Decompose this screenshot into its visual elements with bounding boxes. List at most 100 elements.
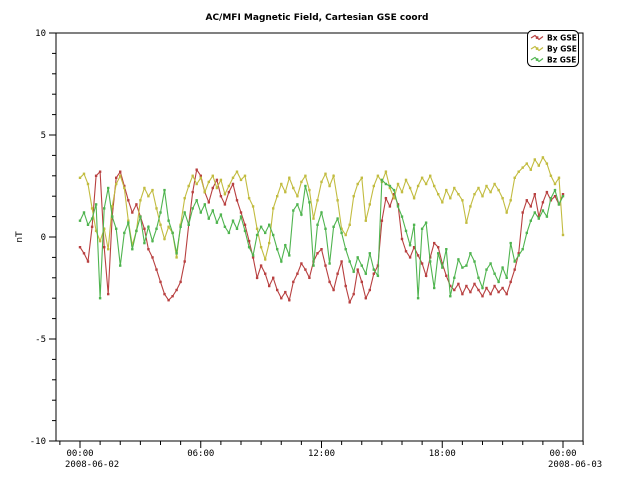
data-point-marker [300, 213, 302, 215]
data-point-marker [489, 191, 491, 193]
legend-marker-by-icon [536, 47, 539, 50]
data-point-marker [123, 232, 125, 234]
data-point-marker [522, 248, 524, 250]
data-point-marker [167, 226, 169, 228]
data-point-marker [526, 162, 528, 164]
data-point-marker [510, 199, 512, 201]
data-point-marker [115, 183, 117, 185]
data-point-marker [493, 273, 495, 275]
data-point-marker [445, 275, 447, 277]
data-point-marker [304, 268, 306, 270]
data-point-marker [473, 193, 475, 195]
data-point-marker [469, 291, 471, 293]
data-point-marker [167, 220, 169, 222]
data-point-marker [546, 191, 548, 193]
data-point-marker [336, 199, 338, 201]
data-point-marker [232, 183, 234, 185]
data-point-marker [373, 273, 375, 275]
data-point-marker [272, 277, 274, 279]
y-tick-label: 0 [41, 233, 46, 243]
data-point-marker [115, 228, 117, 230]
data-point-marker [437, 246, 439, 248]
data-point-marker [345, 234, 347, 236]
data-point-marker [272, 207, 274, 209]
data-point-marker [481, 287, 483, 289]
data-point-marker [224, 193, 226, 195]
data-point-marker [401, 215, 403, 217]
data-point-marker [99, 297, 101, 299]
data-point-marker [353, 195, 355, 197]
data-point-marker [542, 201, 544, 203]
data-point-marker [143, 228, 145, 230]
data-point-marker [300, 181, 302, 183]
data-point-marker [530, 220, 532, 222]
data-point-marker [171, 295, 173, 297]
data-point-marker [558, 177, 560, 179]
data-point-marker [332, 289, 334, 291]
data-point-marker [87, 260, 89, 262]
data-point-marker [349, 301, 351, 303]
data-point-marker [244, 175, 246, 177]
data-point-marker [518, 171, 520, 173]
data-point-marker [147, 226, 149, 228]
data-point-marker [453, 289, 455, 291]
data-point-marker [151, 256, 153, 258]
data-point-marker [328, 281, 330, 283]
data-point-marker [268, 242, 270, 244]
data-point-marker [91, 226, 93, 228]
data-point-marker [316, 252, 318, 254]
data-point-marker [461, 293, 463, 295]
data-point-marker [119, 264, 121, 266]
data-point-marker [107, 187, 109, 189]
data-point-marker [534, 193, 536, 195]
data-point-marker [236, 199, 238, 201]
data-point-marker [501, 197, 503, 199]
data-point-marker [99, 240, 101, 242]
data-point-marker [256, 277, 258, 279]
x-tick-date-label: 2008-06-03 [548, 460, 602, 470]
data-point-marker [276, 248, 278, 250]
data-point-marker [469, 252, 471, 254]
data-point-marker [453, 277, 455, 279]
data-point-marker [196, 169, 198, 171]
data-point-marker [534, 211, 536, 213]
data-point-marker [99, 171, 101, 173]
data-point-marker [405, 250, 407, 252]
data-point-marker [79, 177, 81, 179]
data-point-marker [184, 197, 186, 199]
data-point-marker [550, 175, 552, 177]
data-point-marker [248, 197, 250, 199]
data-point-marker [385, 171, 387, 173]
data-point-marker [284, 244, 286, 246]
data-point-marker [522, 166, 524, 168]
data-point-marker [175, 252, 177, 254]
data-point-marker [260, 246, 262, 248]
x-tick-label: 00:00 [549, 449, 576, 459]
legend: Bx GSE By GSE Bz GSE [528, 31, 579, 67]
data-point-marker [232, 220, 234, 222]
data-point-marker [349, 260, 351, 262]
data-point-marker [477, 289, 479, 291]
chart-background [0, 0, 640, 480]
data-point-marker [192, 191, 194, 193]
data-point-marker [445, 189, 447, 191]
data-point-marker [393, 189, 395, 191]
data-point-marker [175, 289, 177, 291]
data-point-marker [83, 173, 85, 175]
data-point-marker [200, 211, 202, 213]
data-point-marker [83, 252, 85, 254]
data-point-marker [441, 266, 443, 268]
data-point-marker [433, 287, 435, 289]
data-point-marker [139, 199, 141, 201]
data-point-marker [224, 203, 226, 205]
data-point-marker [264, 232, 266, 234]
data-point-marker [163, 189, 165, 191]
data-point-marker [284, 291, 286, 293]
data-point-marker [425, 183, 427, 185]
data-point-marker [236, 171, 238, 173]
data-point-marker [111, 215, 113, 217]
data-point-marker [514, 177, 516, 179]
data-point-marker [465, 222, 467, 224]
data-point-marker [284, 191, 286, 193]
data-point-marker [179, 281, 181, 283]
